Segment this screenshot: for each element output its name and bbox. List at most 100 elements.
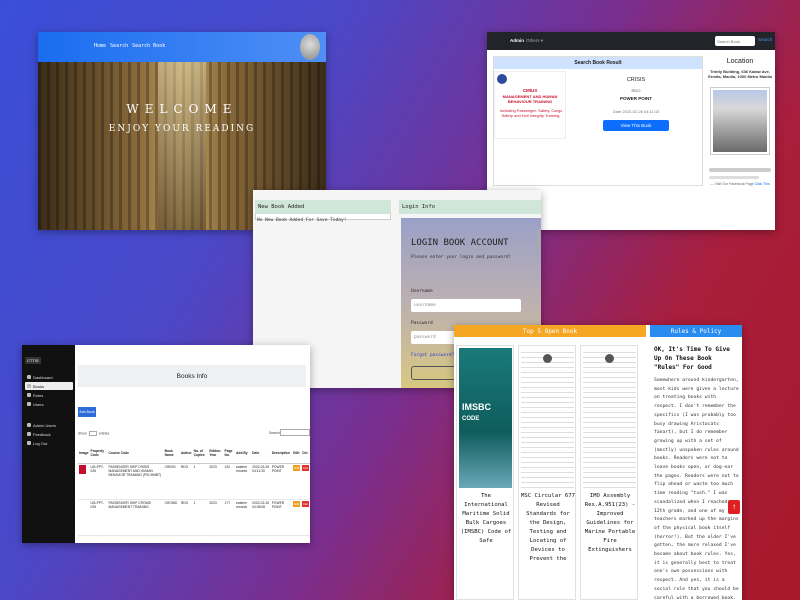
cell-pages: 177 xyxy=(223,499,236,536)
col-course-code[interactable]: Course Code xyxy=(107,443,164,464)
sidebar-item-books[interactable]: Books xyxy=(25,382,73,390)
cell-author: RDO xyxy=(179,499,193,536)
cell-course: PASSENGER SHIP CRISIS MANAGEMENT AND HUM… xyxy=(107,463,164,500)
rules-icon xyxy=(27,393,31,397)
username-input[interactable]: username xyxy=(411,299,521,312)
cell-property: LIB-PPT-026 xyxy=(89,463,108,500)
sidebar-item-users[interactable]: Users xyxy=(25,400,73,408)
location-address: Trinity Building, 636 Kalaw Ave, Ermita,… xyxy=(708,69,772,79)
login-title: LOGIN BOOK ACCOUNT xyxy=(411,238,509,248)
cell-date: 2023-02-26 04:11:33 xyxy=(251,463,271,500)
book-title[interactable]: IMO Assembly Res.A.951(23) - Improved Gu… xyxy=(583,492,637,555)
col-date[interactable]: Date xyxy=(251,443,271,464)
add-book-button[interactable]: Add Book xyxy=(78,407,96,417)
forgot-password-link[interactable]: Forgot password? xyxy=(411,353,454,358)
col-copies[interactable]: No. of Copies xyxy=(192,443,209,464)
sidebar: CTTIS Dashboard Books Rules Users Admin … xyxy=(22,345,75,543)
username-label: Username xyxy=(411,289,433,294)
cell-year: 2023 xyxy=(208,499,224,536)
book-icon xyxy=(27,384,31,388)
col-book-name[interactable]: Book Name xyxy=(163,443,180,464)
cover-title: CMIUS xyxy=(522,88,538,93)
edit-button[interactable]: Edit xyxy=(293,464,301,471)
edit-button[interactable]: Edit xyxy=(293,500,301,507)
result-header: Search Book Result xyxy=(494,57,702,69)
book-card[interactable]: MSC Circular 677 Revised Standards for t… xyxy=(518,345,576,600)
nav-search-book-link[interactable]: Search Book xyxy=(132,43,165,49)
cell-date: 2023-02-26 04:08:08 xyxy=(251,499,271,536)
col-edition-year[interactable]: Edition Year xyxy=(208,443,224,464)
book-title[interactable]: MSC Circular 677 Revised Standards for t… xyxy=(521,492,575,564)
cell-addby: eastern records xyxy=(235,463,252,500)
cover-big-text: IMSBC xyxy=(462,402,491,412)
brand-link[interactable]: Admin xyxy=(510,38,524,43)
sidebar-item-dashboard[interactable]: Dashboard xyxy=(25,373,73,381)
library-aisle xyxy=(158,62,206,230)
login-info-header: Login Info xyxy=(399,200,541,214)
col-image[interactable]: Image xyxy=(78,443,90,464)
arrow-up-icon[interactable]: ↑ xyxy=(728,500,740,514)
facebook-link[interactable]: Click This xyxy=(755,182,770,186)
rules-title: OK, It's Time To Give Up On These Book "… xyxy=(654,346,730,371)
book-card[interactable]: IMSBC CODE The International Maritime Sol… xyxy=(456,345,514,600)
sidebar-item-feedback[interactable]: Feedback xyxy=(25,430,73,438)
password-label: Password xyxy=(411,321,433,326)
cover-subtitle: MANAGEMENT AND HUMAN BEHAVIOUR TRAINING xyxy=(502,94,558,104)
cell-pages: 120 xyxy=(223,463,236,500)
login-subtitle: Please enter your login and password! xyxy=(411,255,512,260)
scrollbar[interactable] xyxy=(537,228,540,248)
search-input[interactable]: Search Book xyxy=(715,36,755,46)
books-table: Image Property Code Course Code Book Nam… xyxy=(78,443,310,536)
view-book-button[interactable]: View This Book xyxy=(603,120,669,131)
col-edit[interactable]: Edit xyxy=(292,443,302,464)
admin-icon xyxy=(27,423,31,427)
book-card[interactable]: IMO Assembly Res.A.951(23) - Improved Gu… xyxy=(580,345,638,600)
entries-select[interactable] xyxy=(88,431,97,436)
nav-home-link[interactable]: Home xyxy=(94,43,106,49)
table-row: LIB-PPT-026 PASSENGER SHIP CRISIS MANAGE… xyxy=(78,463,310,500)
cell-property: LIB-PPT-025 xyxy=(89,499,108,536)
cell-copies: 1 xyxy=(192,499,209,536)
cell-copies: 1 xyxy=(192,463,209,500)
nav-search-link[interactable]: Search xyxy=(110,43,128,49)
top-books-screenshot: Top 5 Open Book Rules & Policy IMSBC CODE… xyxy=(454,325,742,600)
new-book-header: New Book Added xyxy=(255,200,391,214)
enjoy-subheading: ENJOY YOUR READING xyxy=(108,124,256,134)
cover-caption: Including Passenger: Safety, Cargo Safet… xyxy=(499,108,563,118)
book-cover-image xyxy=(583,348,636,488)
others-dropdown[interactable]: Others ▾ xyxy=(526,38,543,44)
delete-button[interactable]: Del xyxy=(302,500,309,507)
col-description[interactable]: Description xyxy=(270,443,293,464)
delete-button[interactable]: Del xyxy=(302,464,309,471)
book-cover-image: IMSBC CODE xyxy=(459,348,512,488)
show-entries: Show entries xyxy=(78,431,110,436)
seal-logo xyxy=(497,74,507,84)
cell-name: CRISIS xyxy=(163,463,180,500)
book-format: POWER POINT xyxy=(619,96,652,101)
search-button[interactable]: Search xyxy=(758,37,772,42)
table-search-input[interactable] xyxy=(280,429,310,436)
sidebar-item-logout[interactable]: Log Out xyxy=(25,439,73,447)
book-title[interactable]: The International Maritime Solid Bulk Ca… xyxy=(459,492,513,546)
page-title-bar: Books Info xyxy=(78,365,306,387)
col-del[interactable]: Del xyxy=(301,443,310,464)
blurred-text xyxy=(709,176,759,179)
col-add-by[interactable]: Add By xyxy=(235,443,252,464)
cell-year: 2023 xyxy=(208,463,224,500)
sidebar-item-admin-users[interactable]: Admin Users xyxy=(25,421,73,429)
top-navbar: Home Search Search Book xyxy=(38,32,326,62)
book-info: CRISIS RDO POWER POINT Date 2023-02-26 0… xyxy=(572,71,700,132)
sidebar-item-rules[interactable]: Rules xyxy=(25,391,73,399)
logout-icon xyxy=(27,441,31,445)
welcome-heading: WELCOME xyxy=(126,102,238,116)
col-property-code[interactable]: Property Code xyxy=(89,443,108,464)
cell-desc: POWER POINT xyxy=(270,463,293,500)
avatar[interactable] xyxy=(300,34,320,60)
location-title: Location xyxy=(726,58,754,65)
page-title: Books Info xyxy=(176,373,208,380)
col-page-no[interactable]: Page No. xyxy=(223,443,236,464)
cover-small-text: CODE xyxy=(462,416,480,422)
col-author[interactable]: Author xyxy=(179,443,193,464)
top-books-header: Top 5 Open Book xyxy=(454,325,646,337)
book-cover-image xyxy=(521,348,574,488)
